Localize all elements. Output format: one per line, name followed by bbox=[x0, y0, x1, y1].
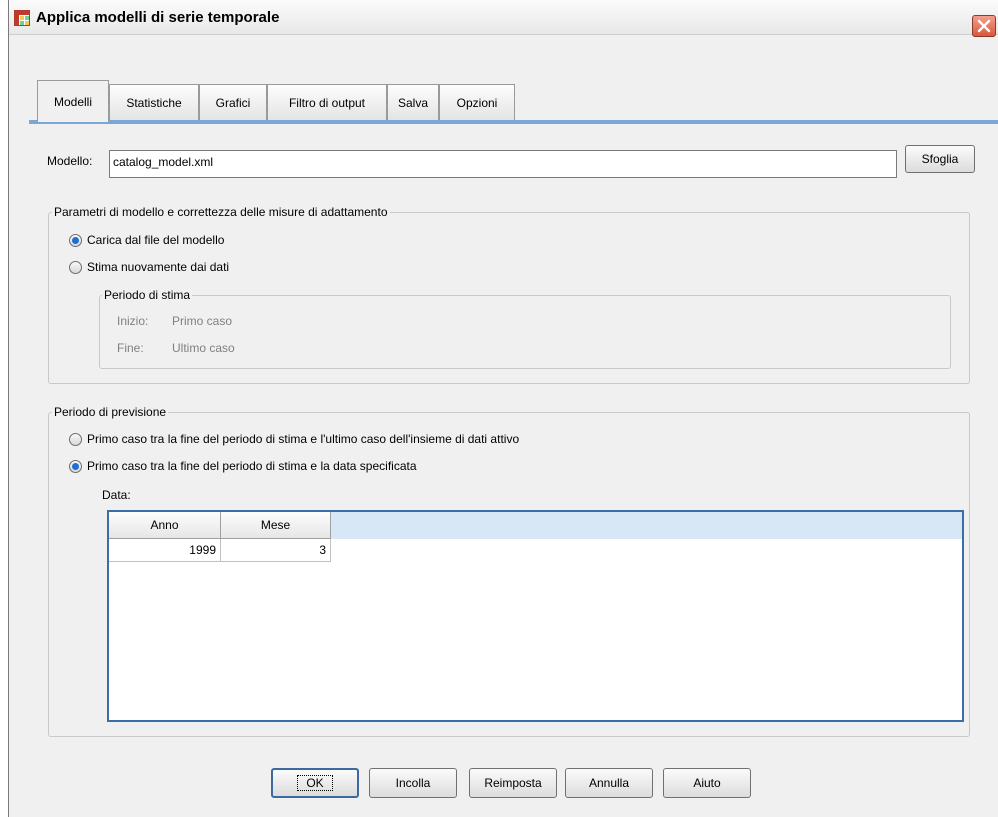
cell-anno[interactable]: 1999 bbox=[109, 539, 221, 562]
reestimate-label[interactable]: Stima nuovamente dai dati bbox=[87, 260, 229, 274]
tab-modelli[interactable]: Modelli bbox=[37, 80, 109, 122]
reset-button[interactable]: Reimposta bbox=[469, 768, 557, 798]
tab-label: Salva bbox=[397, 95, 429, 110]
forecast-period-title: Periodo di previsione bbox=[52, 405, 169, 419]
load-from-model-label[interactable]: Carica dal file del modello bbox=[87, 233, 224, 247]
forecast-date-radio[interactable] bbox=[69, 460, 82, 473]
tab-label: Grafici bbox=[215, 95, 251, 110]
estimation-period-title: Periodo di stima bbox=[102, 288, 193, 302]
dialog-window: Applica modelli di serie temporale Model… bbox=[8, 0, 998, 817]
table-grid-icon bbox=[14, 10, 30, 26]
estimation-period-group bbox=[99, 295, 951, 369]
tab-grafici[interactable]: Grafici bbox=[199, 84, 267, 120]
ok-button[interactable]: OK bbox=[271, 768, 359, 798]
cell-mese[interactable]: 3 bbox=[221, 539, 331, 562]
start-label: Inizio: bbox=[117, 314, 149, 328]
forecast-date-label[interactable]: Primo caso tra la fine del periodo di st… bbox=[87, 459, 417, 473]
column-header-label: Anno bbox=[150, 518, 179, 532]
tab-label: Opzioni bbox=[456, 95, 498, 110]
tab-underline bbox=[29, 120, 998, 124]
end-label: Fine: bbox=[117, 341, 144, 355]
date-label: Data: bbox=[102, 488, 131, 502]
column-header-anno[interactable]: Anno bbox=[109, 512, 221, 539]
date-grid[interactable]: Anno Mese 1999 3 bbox=[107, 510, 964, 722]
title-bar[interactable]: Applica modelli di serie temporale bbox=[9, 0, 998, 37]
tab-opzioni[interactable]: Opzioni bbox=[439, 84, 515, 120]
tab-filtro-di-output[interactable]: Filtro di output bbox=[267, 84, 387, 120]
forecast-active-data-radio[interactable] bbox=[69, 433, 82, 446]
model-file-input[interactable]: catalog_model.xml bbox=[109, 150, 897, 178]
column-header-mese[interactable]: Mese bbox=[221, 512, 331, 539]
start-value: Primo caso bbox=[172, 314, 233, 328]
ok-button-label: OK bbox=[297, 775, 333, 791]
end-value: Ultimo caso bbox=[172, 341, 235, 355]
tab-label: Statistiche bbox=[126, 95, 182, 110]
parameters-group-title: Parametri di modello e correttezza delle… bbox=[52, 205, 390, 219]
paste-button[interactable]: Incolla bbox=[369, 768, 457, 798]
model-label: Modello: bbox=[47, 154, 93, 168]
window-title: Applica modelli di serie temporale bbox=[36, 9, 280, 26]
help-button[interactable]: Aiuto bbox=[663, 768, 751, 798]
tab-statistiche[interactable]: Statistiche bbox=[109, 84, 199, 120]
column-header-label: Mese bbox=[260, 518, 291, 532]
close-button[interactable] bbox=[972, 15, 996, 37]
load-from-model-radio[interactable] bbox=[69, 234, 82, 247]
tab-label: Modelli bbox=[53, 94, 92, 109]
cancel-button[interactable]: Annulla bbox=[565, 768, 653, 798]
forecast-active-data-label[interactable]: Primo caso tra la fine del periodo di st… bbox=[87, 432, 519, 446]
reestimate-radio[interactable] bbox=[69, 261, 82, 274]
tab-salva[interactable]: Salva bbox=[387, 84, 439, 120]
tab-label: Filtro di output bbox=[288, 95, 366, 110]
browse-button[interactable]: Sfoglia bbox=[905, 145, 975, 173]
